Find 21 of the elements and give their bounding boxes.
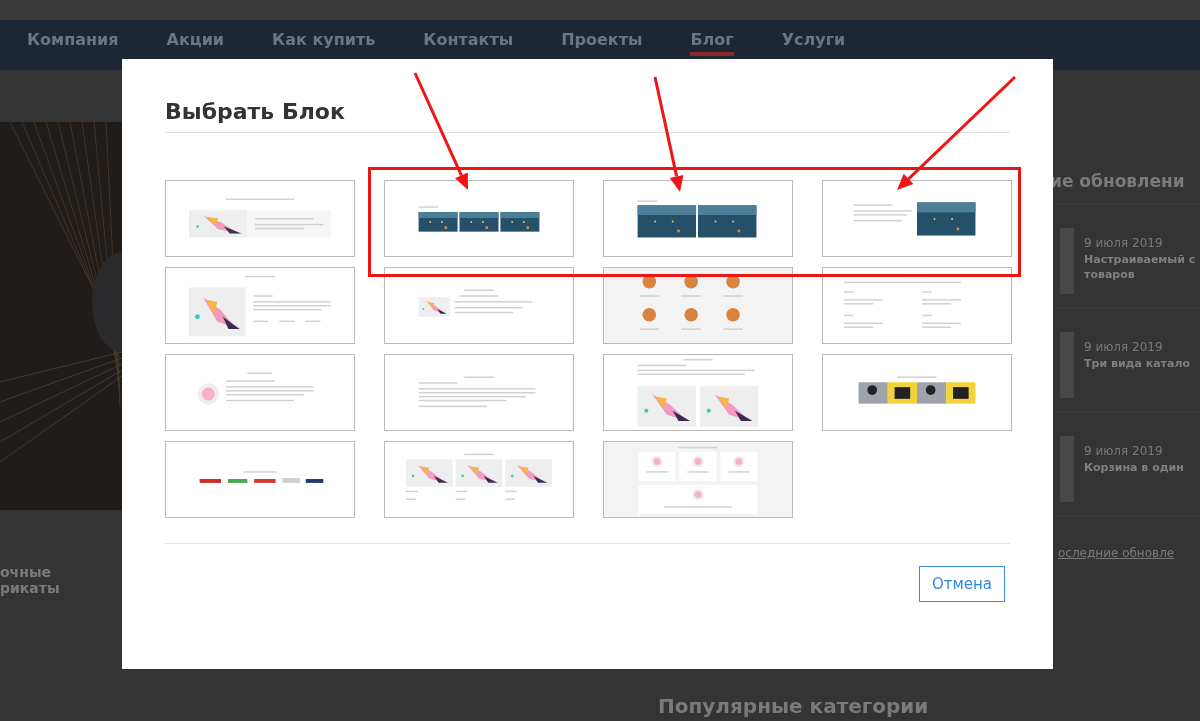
news-title[interactable]: Корзина в один <box>1084 460 1184 475</box>
modal-title: Выбрать Блок <box>165 99 1010 133</box>
cancel-button[interactable]: Отмена <box>918 566 1005 602</box>
nav-link[interactable]: Контакты <box>423 30 514 56</box>
all-updates-link[interactable]: оследние обновле <box>1058 546 1200 560</box>
news-title[interactable]: Настраиваемый с товаров <box>1084 252 1196 282</box>
block-preview[interactable] <box>822 180 1012 257</box>
news-date: 9 июля 2019 <box>1084 236 1164 250</box>
nav-link[interactable]: Компания <box>27 30 119 56</box>
nav-link[interactable]: Как купить <box>272 30 376 56</box>
news-title[interactable]: Три вида катало <box>1084 356 1191 371</box>
block-preview[interactable] <box>822 354 1012 431</box>
block-preview[interactable] <box>603 180 793 257</box>
section-heading: Популярные категории <box>658 694 930 718</box>
nav-link[interactable]: Акции <box>166 30 225 56</box>
block-preview[interactable] <box>384 180 574 257</box>
nav-link[interactable]: Услуги <box>781 30 846 56</box>
news-date: 9 июля 2019 <box>1084 444 1164 458</box>
news-date: 9 июля 2019 <box>1084 340 1164 354</box>
nav-link[interactable]: Проекты <box>561 30 643 56</box>
category-title: очные рикаты <box>0 564 61 596</box>
